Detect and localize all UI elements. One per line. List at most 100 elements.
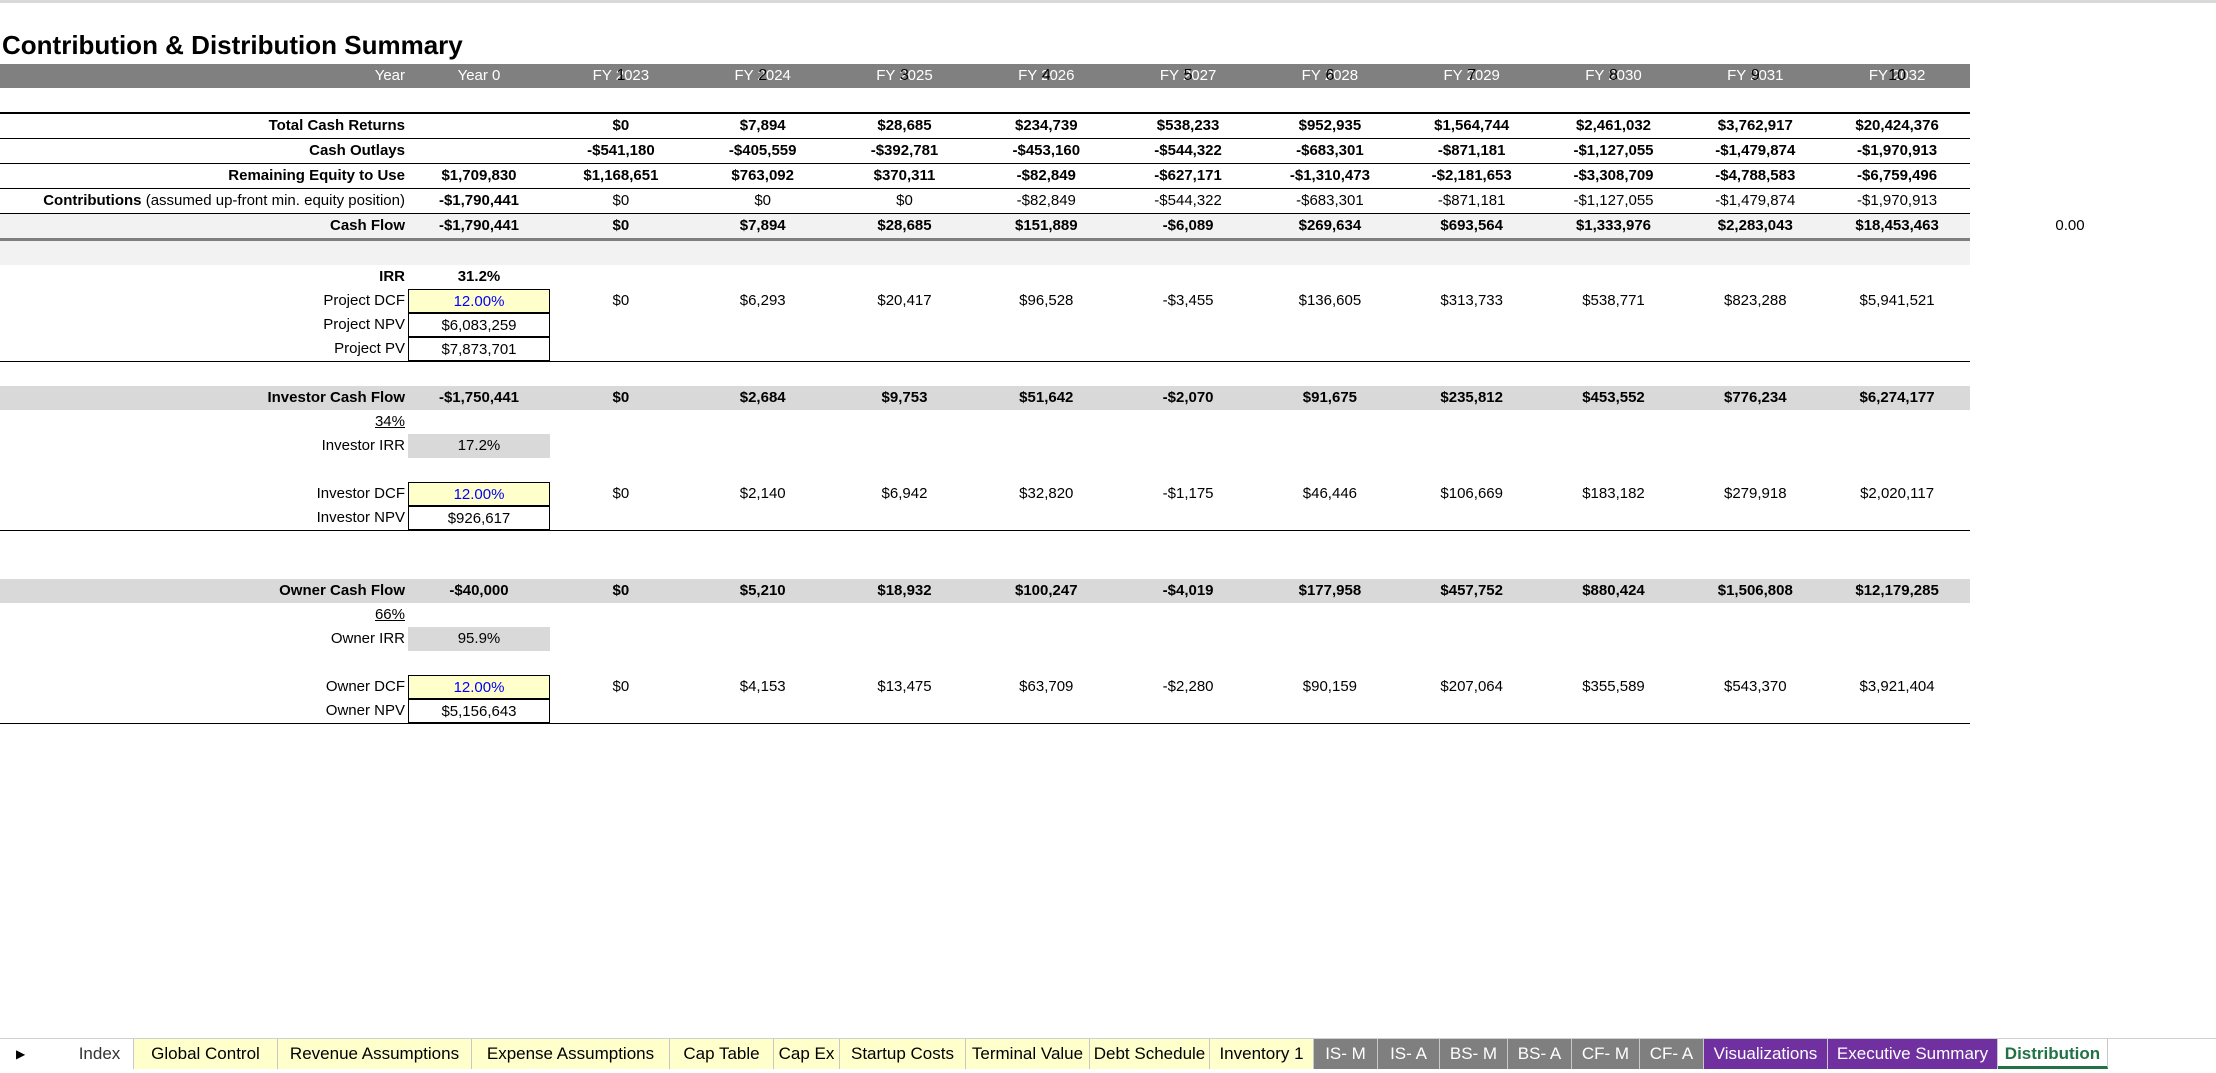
year-cell: $235,812 [1440, 389, 1503, 406]
investor-share-row: 34% [0, 410, 1970, 434]
year-cell: $6,942 [881, 485, 928, 502]
sheet-tab[interactable]: Distribution [1998, 1039, 2108, 1069]
year-cell: $453,552 [1582, 389, 1645, 406]
year-cell: 10 [1888, 67, 1906, 84]
year-cell: $28,685 [877, 217, 932, 234]
investor-irr-label: Investor IRR [321, 437, 405, 454]
project-dcf-rate-input[interactable]: 12.00% [408, 289, 550, 313]
sheet-tab[interactable]: Executive Summary [1828, 1039, 1998, 1069]
year-cell: 5 [1183, 67, 1193, 84]
owner-share-value[interactable]: 66% [375, 603, 405, 627]
year-cell: -$1,479,874 [1715, 142, 1796, 159]
owner-irr-label: Owner IRR [330, 630, 405, 647]
sheet-title: Contribution & Distribution Summary [2, 30, 463, 60]
year-cell: $9,753 [881, 389, 928, 406]
remaining-equity-row: Remaining Equity to Use $1,709,830 $1,16… [0, 164, 1970, 189]
year-cell: $693,564 [1440, 217, 1503, 234]
investor-cash-flow-row: Investor Cash Flow -$1,750,441 $0 $2,684 $… [0, 386, 1970, 410]
sheet-tab[interactable]: Revenue Assumptions [278, 1039, 472, 1069]
owner-irr-value[interactable]: 95.9% [408, 627, 550, 651]
year-cell: $51,642 [1019, 389, 1074, 406]
year-cell: $12,179,285 [1855, 582, 1939, 599]
investor-npv-label: Investor NPV [316, 509, 405, 526]
year-cell: $2,283,043 [1717, 217, 1793, 234]
irr-label: IRR [379, 268, 405, 285]
project-npv-value[interactable]: $6,083,259 [408, 313, 550, 337]
owner-cash-flow-year0: -$40,000 [449, 582, 509, 599]
year-cell: -$453,160 [1012, 142, 1081, 159]
investor-irr-value[interactable]: 17.2% [408, 434, 550, 458]
year-cell: $1,506,808 [1717, 582, 1793, 599]
year-cell: $2,461,032 [1575, 117, 1652, 134]
year-cell: $100,247 [1015, 582, 1078, 599]
contributions-year0: -$1,790,441 [438, 192, 520, 209]
year0-header: Year 0 [457, 67, 501, 84]
year-cell: -$627,171 [1154, 167, 1222, 184]
year-cell: -$1,970,913 [1857, 192, 1938, 209]
project-dcf-row: Project DCF 12.00% $0 $6,293 $20,417 $96,52… [0, 289, 1970, 313]
sheet-tab[interactable]: Cap Table [670, 1039, 774, 1069]
year-cell: -$871,181 [1437, 192, 1506, 209]
year-cell: $279,918 [1724, 485, 1787, 502]
irr-row: IRR 31.2% [0, 265, 1970, 289]
year-cell: -$1,127,055 [1573, 142, 1654, 159]
year-cell: $0 [612, 389, 630, 406]
year-cell: $3,762,917 [1717, 117, 1793, 134]
sheet-tab[interactable]: BS- A [1508, 1039, 1572, 1069]
year-cell: $6,274,177 [1859, 389, 1935, 406]
owner-npv-value[interactable]: $5,156,643 [408, 699, 550, 723]
sheet-tab[interactable]: Global Control [134, 1039, 278, 1069]
sheet-tab[interactable]: Debt Schedule [1090, 1039, 1210, 1069]
contributions-row: Contributions (assumed up-front min. equ… [0, 189, 1970, 214]
year-cell: -$1,175 [1162, 485, 1214, 502]
cash-flow-extra-value: 0.00 [2055, 217, 2085, 234]
year-cell: 3 [900, 67, 909, 84]
sheet-tab[interactable]: Inventory 1 [1210, 1039, 1314, 1069]
investor-share-value[interactable]: 34% [375, 410, 405, 434]
sheet-tab[interactable]: CF- A [1640, 1039, 1704, 1069]
investor-cash-flow-year0: -$1,750,441 [438, 389, 520, 406]
sheet-tab[interactable]: BS- M [1440, 1039, 1508, 1069]
spacer-row [0, 651, 1970, 675]
spacer-row [0, 555, 1970, 579]
scroll-tabs-right-icon[interactable]: ▶ [16, 1047, 25, 1061]
year-cell: 7 [1467, 67, 1477, 84]
project-pv-value[interactable]: $7,873,701 [408, 337, 550, 361]
sheet-tab[interactable]: Index [66, 1039, 134, 1069]
sheet-tab[interactable]: Terminal Value [966, 1039, 1090, 1069]
year-cell: $457,752 [1440, 582, 1503, 599]
investor-npv-value[interactable]: $926,617 [408, 506, 550, 530]
total-cash-returns-label: Total Cash Returns [268, 117, 405, 134]
sheet-tab[interactable]: Expense Assumptions [472, 1039, 670, 1069]
year-cell: $313,733 [1440, 292, 1503, 309]
owner-cash-flow-row: Owner Cash Flow -$40,000 $0 $5,210 $18,932… [0, 579, 1970, 603]
sheet-tab[interactable]: CF- M [1572, 1039, 1640, 1069]
sheet-tab[interactable]: Startup Costs [840, 1039, 966, 1069]
year-cell: -$4,788,583 [1715, 167, 1796, 184]
owner-dcf-rate-input[interactable]: 12.00% [408, 675, 550, 699]
year-cell: $3,921,404 [1859, 678, 1935, 695]
sheet-tab[interactable]: IS- A [1378, 1039, 1440, 1069]
year-cell: -$2,070 [1162, 389, 1214, 406]
owner-share-row: 66% [0, 603, 1970, 627]
investor-dcf-rate-input[interactable]: 12.00% [408, 482, 550, 506]
contributions-label: Contributions (assumed up-front min. equ… [43, 192, 405, 209]
year-cell: $7,894 [739, 217, 786, 234]
owner-cash-flow-label: Owner Cash Flow [279, 582, 405, 599]
year-cell: $18,932 [877, 582, 932, 599]
sheet-tab[interactable]: Cap Ex [774, 1039, 840, 1069]
year-cell: -$82,849 [1016, 167, 1076, 184]
year-cell: $7,894 [739, 117, 786, 134]
year-cell: $28,685 [877, 117, 932, 134]
year-cell: -$544,322 [1154, 192, 1222, 209]
year-cell: $5,941,521 [1859, 292, 1935, 309]
year-cell: 6 [1325, 67, 1335, 84]
owner-dcf-label: Owner DCF [325, 678, 405, 695]
year-cell: $538,233 [1156, 117, 1220, 134]
sheet-tab[interactable]: Visualizations [1704, 1039, 1828, 1069]
year-cell: $2,020,117 [1860, 485, 1935, 502]
sheet-tab[interactable]: IS- M [1314, 1039, 1378, 1069]
total-cash-returns-row: Total Cash Returns $0 $7,894 $28,685 $234,7… [0, 112, 1970, 139]
year-cell: $1,564,744 [1434, 117, 1510, 134]
year-cell: $0 [612, 292, 630, 309]
